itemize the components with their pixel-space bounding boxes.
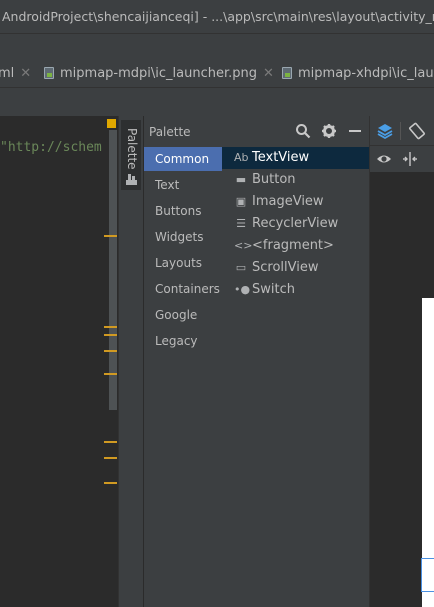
scrollview-icon: ▭ xyxy=(235,261,247,274)
close-icon[interactable]: ✕ xyxy=(20,66,31,81)
item-label: <fragment> xyxy=(252,238,334,253)
palette-panel: Palette Common Text Buttons Widgets Layo… xyxy=(144,116,369,607)
palette-icon xyxy=(126,174,137,185)
minimize-icon[interactable] xyxy=(347,123,363,139)
textview-icon: Ab xyxy=(234,151,249,164)
orientation-icon[interactable] xyxy=(408,122,426,140)
png-file-icon xyxy=(44,67,54,79)
category-containers[interactable]: Containers xyxy=(144,277,222,301)
palette-item-button[interactable]: ▬ Button xyxy=(222,169,369,191)
palette-item-textview[interactable]: Ab TextView xyxy=(222,147,369,169)
scrollbar-thumb[interactable] xyxy=(109,130,117,410)
palette-tool-tab[interactable]: Palette xyxy=(121,120,141,190)
eye-icon[interactable] xyxy=(376,152,392,166)
error-stripe-mark[interactable] xyxy=(104,334,117,336)
category-buttons[interactable]: Buttons xyxy=(144,199,222,223)
tab-label: mipmap-mdpi\ic_launcher.png xyxy=(60,66,257,81)
design-toolbar xyxy=(370,116,434,146)
imageview-icon: ▣ xyxy=(235,195,247,208)
design-surface xyxy=(369,116,434,607)
tab-mipmap-mdpi[interactable]: mipmap-mdpi\ic_launcher.png ✕ xyxy=(44,60,274,88)
palette-item-scrollview[interactable]: ▭ ScrollView xyxy=(222,257,369,279)
item-label: TextView xyxy=(252,150,310,165)
error-stripe-mark[interactable] xyxy=(104,350,117,352)
category-text[interactable]: Text xyxy=(144,173,222,197)
switch-icon: •● xyxy=(234,283,251,296)
item-label: ScrollView xyxy=(252,260,319,275)
window-title: AndroidProject\shencaijianceqi] - ...\ap… xyxy=(2,9,434,24)
palette-item-fragment[interactable]: <><fragment> xyxy=(222,235,369,257)
error-stripe-mark[interactable] xyxy=(104,373,117,375)
category-widgets[interactable]: Widgets xyxy=(144,225,222,249)
tab-label: mipmap-xhdpi\ic_launc xyxy=(298,66,434,81)
palette-tab-label: Palette xyxy=(125,128,139,170)
constraint-icon[interactable] xyxy=(402,152,418,166)
category-legacy[interactable]: Legacy xyxy=(144,329,222,353)
error-stripe-mark[interactable] xyxy=(104,326,117,328)
error-stripe-mark[interactable] xyxy=(104,457,117,459)
tab-label: ml xyxy=(0,66,15,81)
error-stripe-mark[interactable] xyxy=(104,441,117,443)
category-google[interactable]: Google xyxy=(144,303,222,327)
button-icon: ▬ xyxy=(235,173,247,186)
tab-mipmap-xhdpi[interactable]: mipmap-xhdpi\ic_launc xyxy=(282,60,434,88)
code-editor[interactable]: "http://schem xyxy=(0,116,118,607)
palette-title: Palette xyxy=(149,125,191,139)
fragment-icon: <> xyxy=(234,239,253,252)
category-common[interactable]: Common xyxy=(144,147,222,171)
search-icon[interactable] xyxy=(295,123,311,139)
title-bar: AndroidProject\shencaijianceqi] - ...\ap… xyxy=(0,0,434,34)
close-icon[interactable]: ✕ xyxy=(263,66,274,81)
item-label: Button xyxy=(252,172,296,187)
layers-icon[interactable] xyxy=(376,122,394,140)
code-line: "http://schem xyxy=(0,140,102,155)
error-stripe-mark[interactable] xyxy=(104,482,117,484)
editor-tab-bar: ml ✕ mipmap-mdpi\ic_launcher.png ✕ mipmap-… xyxy=(0,60,434,88)
category-layouts[interactable]: Layouts xyxy=(144,251,222,275)
tab-xml[interactable]: ml ✕ xyxy=(0,60,31,88)
error-stripe-mark[interactable] xyxy=(104,235,117,237)
toolbar-divider xyxy=(400,122,401,140)
item-label: RecyclerView xyxy=(252,216,339,231)
breadcrumb-bar xyxy=(0,88,434,116)
palette-item-switch[interactable]: •● Switch xyxy=(222,279,369,301)
gear-icon[interactable] xyxy=(321,123,337,139)
palette-category-list: Common Text Buttons Widgets Layouts Cont… xyxy=(144,146,222,607)
png-file-icon xyxy=(282,67,292,79)
palette-item-list: Ab TextView ▬ Button ▣ ImageView ☰ RecyclerV… xyxy=(222,146,369,607)
toolbar-area xyxy=(0,34,434,60)
recyclerview-icon: ☰ xyxy=(236,217,246,230)
item-label: Switch xyxy=(252,282,295,297)
palette-item-recyclerview[interactable]: ☰ RecyclerView xyxy=(222,213,369,235)
design-secondary-toolbar xyxy=(370,146,434,172)
warning-status-icon[interactable] xyxy=(107,119,116,128)
palette-item-imageview[interactable]: ▣ ImageView xyxy=(222,191,369,213)
item-label: ImageView xyxy=(252,194,324,209)
selected-view-outline[interactable] xyxy=(421,558,434,592)
palette-header: Palette xyxy=(144,116,369,146)
tool-window-strip: Palette xyxy=(118,116,144,607)
